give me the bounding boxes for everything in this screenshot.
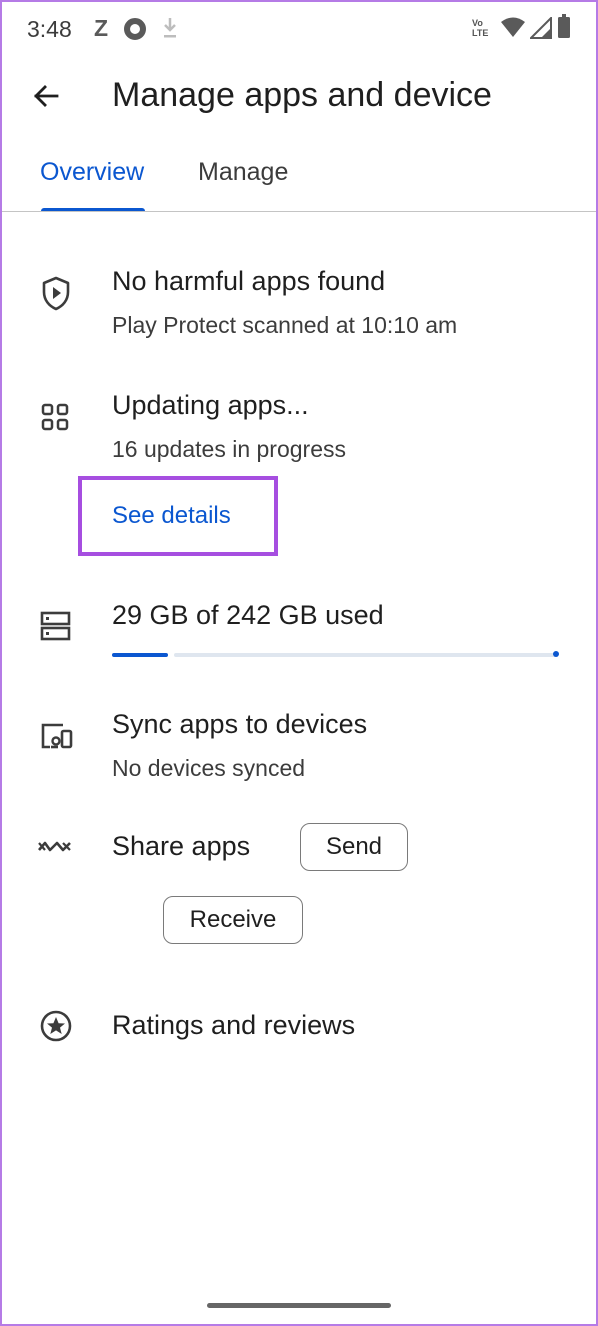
screenshot-frame — [0, 0, 598, 1326]
storage-title[interactable]: 29 GB of 242 GB used — [112, 600, 384, 631]
share-apps-icon — [38, 841, 71, 852]
sync-title[interactable]: Sync apps to devices — [112, 709, 367, 740]
z-notification-icon: Z — [94, 15, 109, 41]
ring-notification-icon — [124, 18, 146, 40]
protect-subtitle: Play Protect scanned at 10:10 am — [112, 312, 458, 338]
apps-grid-icon — [41, 403, 69, 431]
send-button[interactable]: Send — [300, 823, 408, 871]
volte-label-top: Vo — [472, 18, 483, 28]
see-details-link[interactable]: See details — [112, 502, 231, 530]
tab-overview[interactable]: Overview — [40, 158, 144, 187]
status-bar: 3:48 Z Vo LTE — [0, 0, 598, 58]
star-circle-icon — [40, 1010, 72, 1042]
updates-title[interactable]: Updating apps... — [112, 390, 309, 421]
volte-icon: Vo LTE — [472, 18, 488, 38]
tab-divider — [2, 211, 596, 212]
devices-icon — [41, 723, 73, 749]
status-time: 3:48 — [27, 16, 72, 42]
protect-title[interactable]: No harmful apps found — [112, 266, 385, 297]
share-title[interactable]: Share apps — [112, 831, 250, 862]
updates-subtitle: 16 updates in progress — [112, 436, 346, 462]
signal-icon — [530, 17, 552, 39]
receive-button[interactable]: Receive — [163, 896, 303, 944]
wifi-icon — [501, 17, 525, 37]
shield-play-icon — [42, 276, 70, 311]
storage-end-dot — [553, 651, 559, 657]
storage-track — [174, 653, 556, 657]
sync-subtitle: No devices synced — [112, 755, 306, 781]
gesture-nav-handle[interactable] — [207, 1303, 391, 1308]
volte-label-bottom: LTE — [472, 28, 489, 38]
download-icon — [164, 18, 176, 38]
battery-icon — [558, 14, 570, 38]
back-arrow-icon[interactable] — [30, 80, 62, 112]
ratings-title[interactable]: Ratings and reviews — [112, 1010, 355, 1041]
page-title: Manage apps and device — [112, 76, 492, 114]
storage-used-bar — [112, 653, 168, 657]
tab-manage[interactable]: Manage — [198, 158, 288, 187]
storage-icon — [40, 611, 71, 641]
